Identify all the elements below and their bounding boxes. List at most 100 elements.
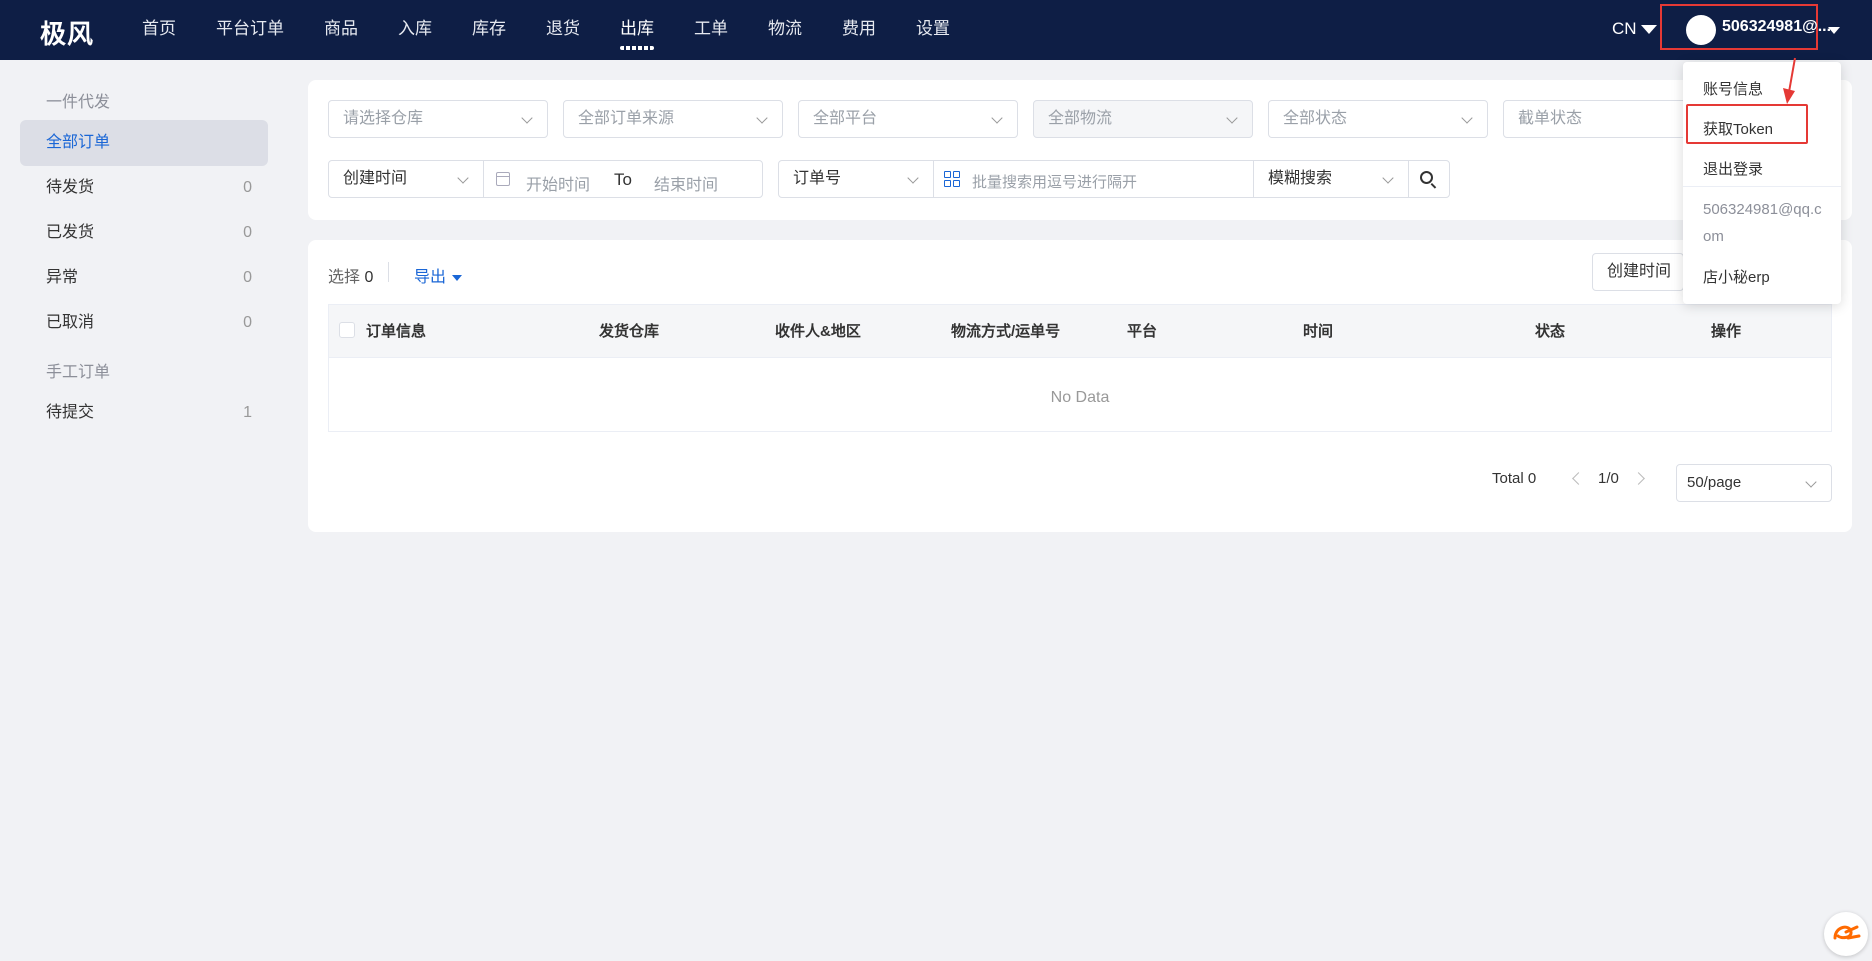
date-range-picker[interactable]: 开始时间 To 结束时间 (483, 160, 763, 198)
sort-select-value: 创建时间 (1607, 263, 1672, 280)
table-header: 订单信息 发货仓库 收件人&地区 物流方式/运单号 平台 时间 状态 操作 (329, 305, 1831, 358)
column-header: 操作 (1711, 323, 1742, 340)
sidebar-item-label: 待提交 (46, 404, 95, 421)
sidebar-item-label: 已发货 (46, 224, 95, 241)
warehouse-select-value: 请选择仓库 (343, 110, 424, 127)
sidebar-item-label: 已取消 (46, 314, 95, 331)
order-source-select-value: 全部订单来源 (578, 110, 675, 127)
nav-logistics[interactable]: 物流 (768, 0, 802, 60)
chevron-down-icon (907, 172, 919, 184)
chevron-down-icon (1382, 172, 1394, 184)
search-icon (1420, 171, 1433, 184)
chevron-down-icon (1805, 476, 1817, 488)
menu-item-shop[interactable]: 店小秘erp (1703, 266, 1770, 287)
column-header: 物流方式/运单号 (951, 323, 1061, 340)
logistics-select[interactable]: 全部物流 (1033, 100, 1253, 138)
sort-select[interactable]: 创建时间 (1592, 253, 1684, 291)
select-all-checkbox[interactable] (339, 322, 355, 338)
sidebar-item-pending-submit[interactable]: 待提交 1 (20, 390, 268, 436)
caret-down-icon[interactable] (1828, 27, 1840, 34)
sidebar-item-exception[interactable]: 异常 0 (20, 255, 268, 301)
platform-select-value: 全部平台 (813, 110, 878, 127)
sidebar-item-count: 0 (243, 314, 252, 331)
sidebar-item-pending-shipment[interactable]: 待发货 0 (20, 165, 268, 211)
empty-state: No Data (1050, 389, 1110, 406)
match-mode-select-value: 模糊搜索 (1268, 170, 1333, 187)
sidebar-item-shipped[interactable]: 已发货 0 (20, 210, 268, 256)
top-navbar: 极风 首页 平台订单 商品 入库 库存 退货 出库 工单 物流 费用 设置 CN… (0, 0, 1872, 60)
status-select[interactable]: 全部状态 (1268, 100, 1488, 138)
sidebar-item-count: 1 (243, 404, 252, 421)
time-type-select[interactable]: 创建时间 (328, 160, 484, 198)
nav-returns[interactable]: 退货 (546, 0, 580, 60)
selection-count: 选择 0 (328, 263, 373, 287)
sidebar-item-cancelled[interactable]: 已取消 0 (20, 300, 268, 346)
page-size-select[interactable]: 50/page (1676, 464, 1832, 502)
logistics-select-value: 全部物流 (1048, 110, 1113, 127)
column-header: 发货仓库 (599, 323, 660, 340)
nav-home[interactable]: 首页 (142, 0, 176, 60)
sidebar-group-manual-orders: 手工订单 (46, 364, 111, 381)
chevron-down-icon (1461, 112, 1473, 124)
page-size-value: 50/page (1687, 474, 1742, 491)
menu-item-logout[interactable]: 退出登录 (1703, 158, 1763, 179)
export-label: 导出 (414, 269, 447, 286)
language-switcher[interactable]: CN (1612, 0, 1657, 60)
user-menu-dropdown: 账号信息 获取Token 退出登录 506324981@qq.com 店小秘er… (1683, 62, 1841, 304)
pagination-page: 1/0 (1598, 470, 1619, 487)
search-field-select-value: 订单号 (793, 170, 842, 187)
nav-outbound[interactable]: 出库 (620, 0, 654, 60)
chevron-down-icon (457, 172, 469, 184)
username[interactable]: 506324981@... (1722, 18, 1831, 36)
nav-fees[interactable]: 费用 (842, 0, 876, 60)
token-highlight-box (1686, 104, 1808, 144)
app-logo[interactable]: 极风 (40, 14, 94, 51)
export-button[interactable]: 导出 (414, 263, 463, 287)
platform-select[interactable]: 全部平台 (798, 100, 1018, 138)
pagination-total: Total 0 (1492, 470, 1537, 487)
chevron-down-icon (1226, 112, 1238, 124)
nav-inventory[interactable]: 库存 (472, 0, 506, 60)
caret-down-icon (1640, 25, 1657, 35)
chevron-down-icon (991, 112, 1003, 124)
sidebar-item-count: 0 (243, 179, 252, 196)
chevron-down-icon (521, 112, 533, 124)
match-mode-select[interactable]: 模糊搜索 (1253, 160, 1409, 198)
selection-number: 0 (364, 269, 374, 286)
annotation-arrow-icon (1783, 57, 1796, 104)
search-button[interactable] (1408, 160, 1450, 198)
batch-search-placeholder: 批量搜索用逗号进行隔开 (972, 174, 1138, 191)
sidebar-group-dropshipping: 一件代发 (46, 94, 111, 111)
warehouse-select[interactable]: 请选择仓库 (328, 100, 548, 138)
column-header: 状态 (1535, 323, 1566, 340)
end-time-input[interactable]: 结束时间 (654, 171, 718, 195)
nav-products[interactable]: 商品 (324, 0, 358, 60)
nav-inbound[interactable]: 入库 (398, 0, 432, 60)
nav-platform-orders[interactable]: 平台订单 (216, 0, 284, 60)
toolbar-divider (388, 262, 389, 282)
status-select-value: 全部状态 (1283, 110, 1348, 127)
sidebar: 一件代发 全部订单 待发货 0 已发货 0 异常 0 已取消 0 手工订单 待提… (0, 60, 290, 956)
time-type-select-value: 创建时间 (343, 170, 408, 187)
start-time-input[interactable]: 开始时间 (526, 171, 590, 195)
calendar-icon (496, 172, 510, 186)
menu-user-email: 506324981@qq.com (1703, 201, 1822, 245)
avatar[interactable] (1686, 15, 1716, 45)
column-header: 订单信息 (366, 323, 427, 340)
sidebar-item-label: 异常 (46, 269, 79, 286)
batch-search-input[interactable]: 批量搜索用逗号进行隔开 (933, 160, 1255, 198)
brand-badge-icon[interactable] (1824, 912, 1868, 956)
nav-settings[interactable]: 设置 (916, 0, 950, 60)
main-nav: 首页 平台订单 商品 入库 库存 退货 出库 工单 物流 费用 设置 (142, 0, 990, 60)
orders-table: 订单信息 发货仓库 收件人&地区 物流方式/运单号 平台 时间 状态 操作 No… (328, 304, 1832, 432)
brand-logo-icon (1833, 925, 1861, 940)
selection-label: 选择 (328, 269, 361, 286)
nav-work-orders[interactable]: 工单 (694, 0, 728, 60)
date-range-separator: To (614, 170, 632, 189)
order-source-select[interactable]: 全部订单来源 (563, 100, 783, 138)
search-field-select[interactable]: 订单号 (778, 160, 934, 198)
menu-item-account-info[interactable]: 账号信息 (1703, 78, 1763, 99)
chevron-down-icon (756, 112, 768, 124)
batch-grid-icon[interactable] (944, 171, 962, 189)
sidebar-item-all-orders[interactable]: 全部订单 (20, 120, 268, 166)
